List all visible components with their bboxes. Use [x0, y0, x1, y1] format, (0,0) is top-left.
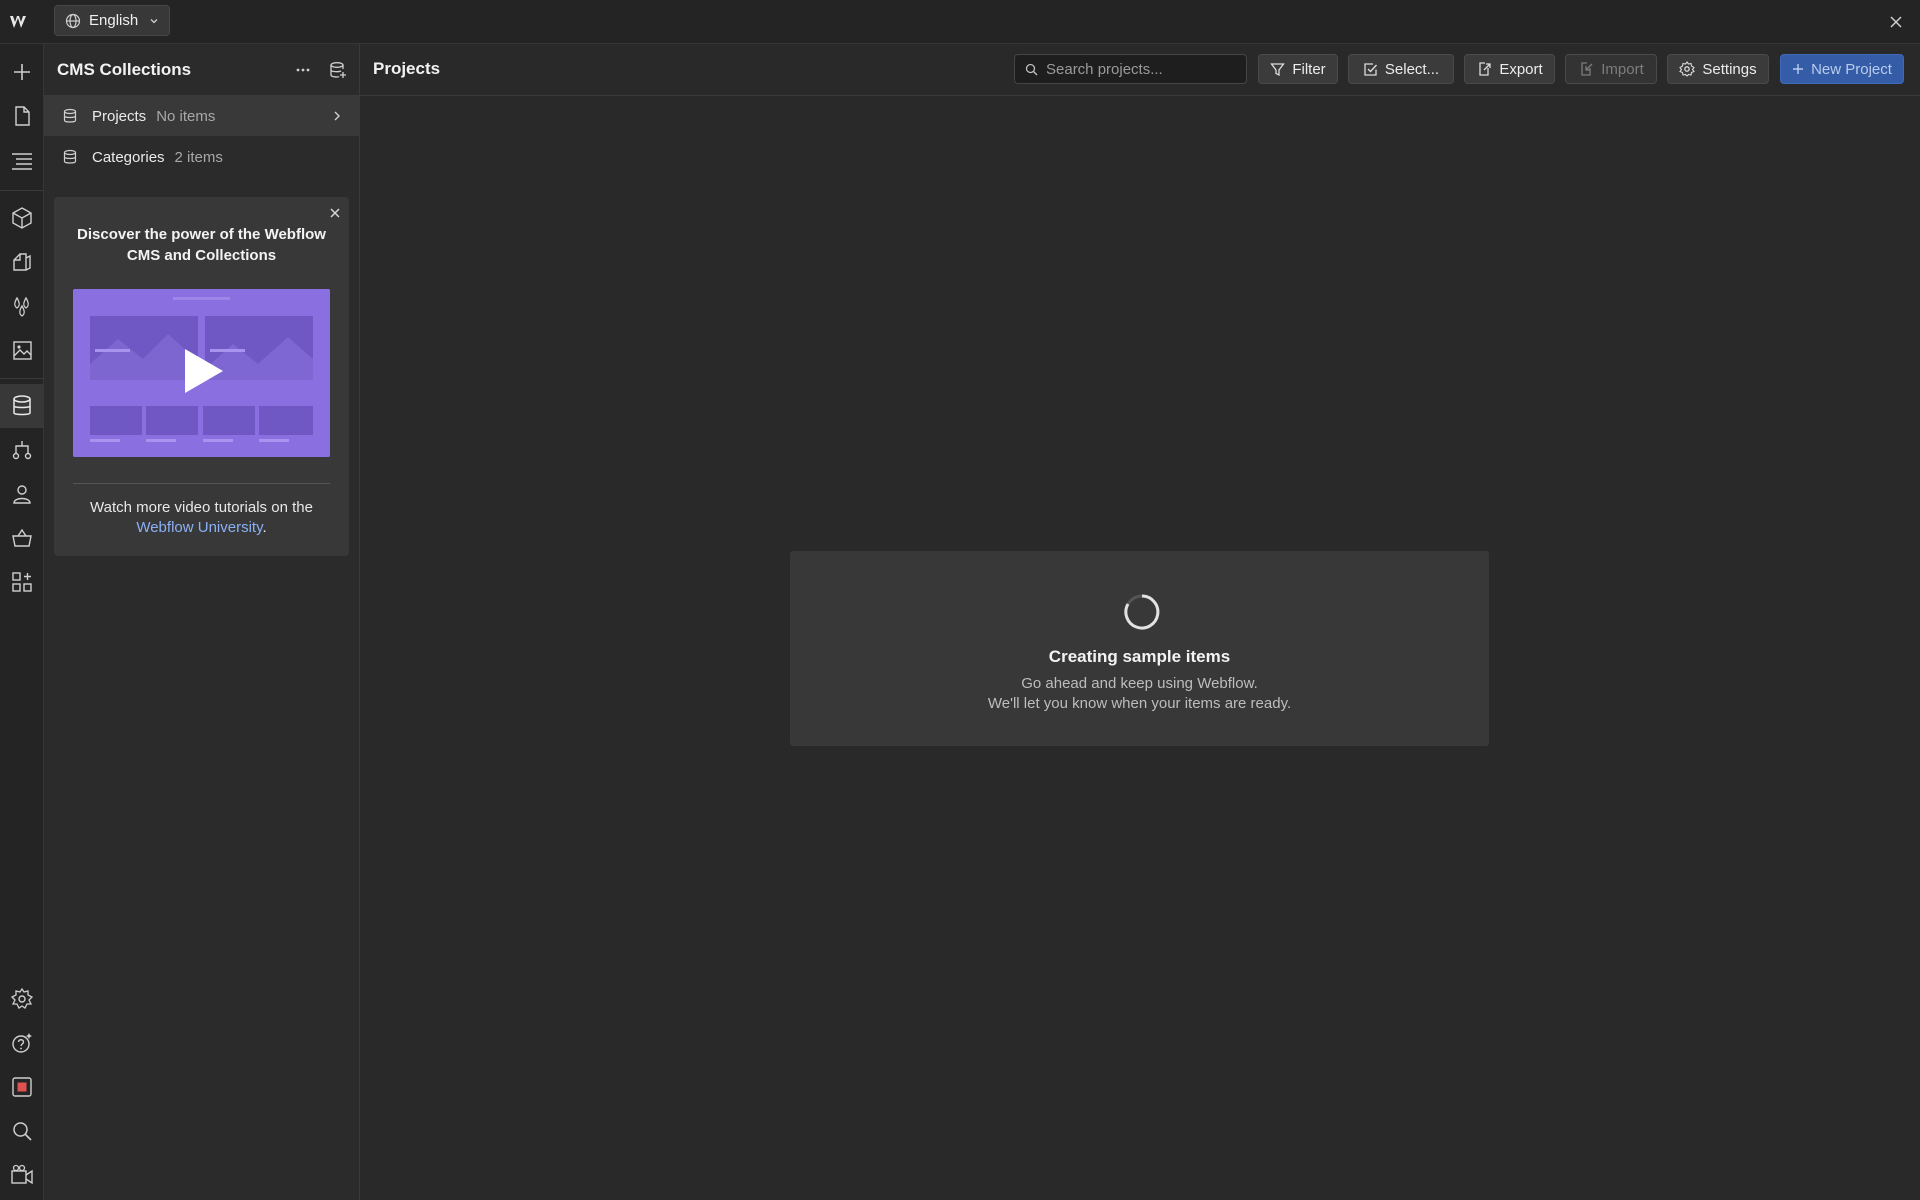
components-icon[interactable]	[0, 196, 44, 240]
assets-icon[interactable]	[0, 328, 44, 372]
collection-name: Categories	[92, 148, 165, 166]
search-icon[interactable]	[0, 1109, 44, 1153]
video-tutorials-icon[interactable]	[0, 1153, 44, 1197]
add-collection-icon[interactable]	[329, 61, 347, 79]
left-toolbar	[0, 44, 44, 1200]
import-button[interactable]: Import	[1565, 54, 1657, 84]
close-icon[interactable]	[329, 207, 341, 219]
collection-title: Projects	[373, 59, 441, 78]
chevron-right-icon	[334, 111, 340, 121]
settings-icon[interactable]	[0, 977, 44, 1021]
help-icon[interactable]	[0, 1021, 44, 1065]
collection-count: No items	[156, 107, 216, 125]
search-icon	[1025, 63, 1038, 75]
collection-item-categories[interactable]: Categories 2 items	[44, 137, 360, 177]
filter-icon	[1270, 62, 1286, 76]
filter-button[interactable]: Filter	[1258, 54, 1338, 84]
promo-title: Discover the power of the Webflow CMS an…	[77, 226, 326, 264]
filter-label: Filter	[1292, 60, 1326, 78]
cms-collections-panel: CMS Collections Projects No items Catego…	[44, 44, 360, 1200]
record-icon[interactable]	[0, 1065, 44, 1109]
database-icon	[63, 108, 77, 123]
plus-icon	[1793, 64, 1804, 74]
new-project-button[interactable]: New Project	[1780, 54, 1904, 84]
import-label: Import	[1601, 60, 1644, 78]
collection-item-projects[interactable]: Projects No items	[44, 96, 360, 136]
globe-icon	[65, 13, 81, 28]
language-label: English	[89, 12, 139, 29]
panel-title: CMS Collections	[57, 59, 192, 79]
cms-promo-card: Discover the power of the Webflow CMS an…	[54, 197, 349, 556]
settings-button[interactable]: Settings	[1667, 54, 1769, 84]
search-field[interactable]	[1014, 54, 1247, 84]
webflow-logo-icon[interactable]	[8, 10, 36, 34]
style-selectors-icon[interactable]	[0, 240, 44, 284]
gear-icon	[1679, 61, 1696, 77]
export-button[interactable]: Export	[1464, 54, 1555, 84]
pages-icon[interactable]	[0, 94, 44, 138]
export-icon	[1479, 62, 1491, 76]
close-icon[interactable]	[1886, 12, 1906, 32]
ecommerce-icon[interactable]	[0, 516, 44, 560]
settings-label: Settings	[1702, 60, 1757, 78]
webflow-university-link[interactable]: Webflow University	[136, 519, 262, 536]
loading-title: Creating sample items	[1048, 647, 1231, 666]
variables-icon[interactable]	[0, 284, 44, 328]
apps-icon[interactable]	[0, 560, 44, 604]
select-label: Select...	[1384, 60, 1440, 78]
loading-message-line2: We'll let you know when your items are r…	[987, 695, 1292, 712]
main-header: Projects Filter Select... Export Import …	[360, 44, 1920, 96]
loading-card: Creating sample items Go ahead and keep …	[790, 551, 1489, 746]
promo-video-thumbnail[interactable]	[73, 289, 330, 457]
new-project-label: New Project	[1811, 60, 1892, 78]
panel-header: CMS Collections	[44, 44, 360, 96]
divider	[73, 483, 330, 484]
collection-count: 2 items	[174, 148, 223, 166]
collection-main-area: Projects Filter Select... Export Import …	[360, 44, 1920, 1200]
loading-spinner-icon	[1124, 594, 1160, 630]
users-icon[interactable]	[0, 472, 44, 516]
add-icon[interactable]	[0, 50, 44, 94]
video-preview-illustration	[73, 289, 330, 457]
export-label: Export	[1499, 60, 1543, 78]
database-icon	[63, 149, 77, 164]
search-input[interactable]	[1046, 60, 1236, 78]
promo-footer-end: .	[262, 519, 267, 536]
checkbox-icon	[1364, 62, 1377, 76]
navigator-icon[interactable]	[0, 138, 44, 182]
promo-footer-text: Watch more video tutorials on the	[90, 499, 313, 516]
cms-icon[interactable]	[0, 384, 44, 428]
select-button[interactable]: Select...	[1348, 54, 1454, 84]
logic-icon[interactable]	[0, 428, 44, 472]
import-icon	[1581, 62, 1593, 76]
language-selector[interactable]: English	[54, 5, 170, 36]
top-bar: English	[0, 0, 1920, 44]
promo-footer: Watch more video tutorials on the Webflo…	[70, 498, 333, 538]
more-options-icon[interactable]	[295, 62, 311, 78]
collection-name: Projects	[92, 107, 147, 125]
chevron-down-icon	[150, 18, 158, 23]
loading-message-line1: Go ahead and keep using Webflow.	[1021, 675, 1258, 692]
